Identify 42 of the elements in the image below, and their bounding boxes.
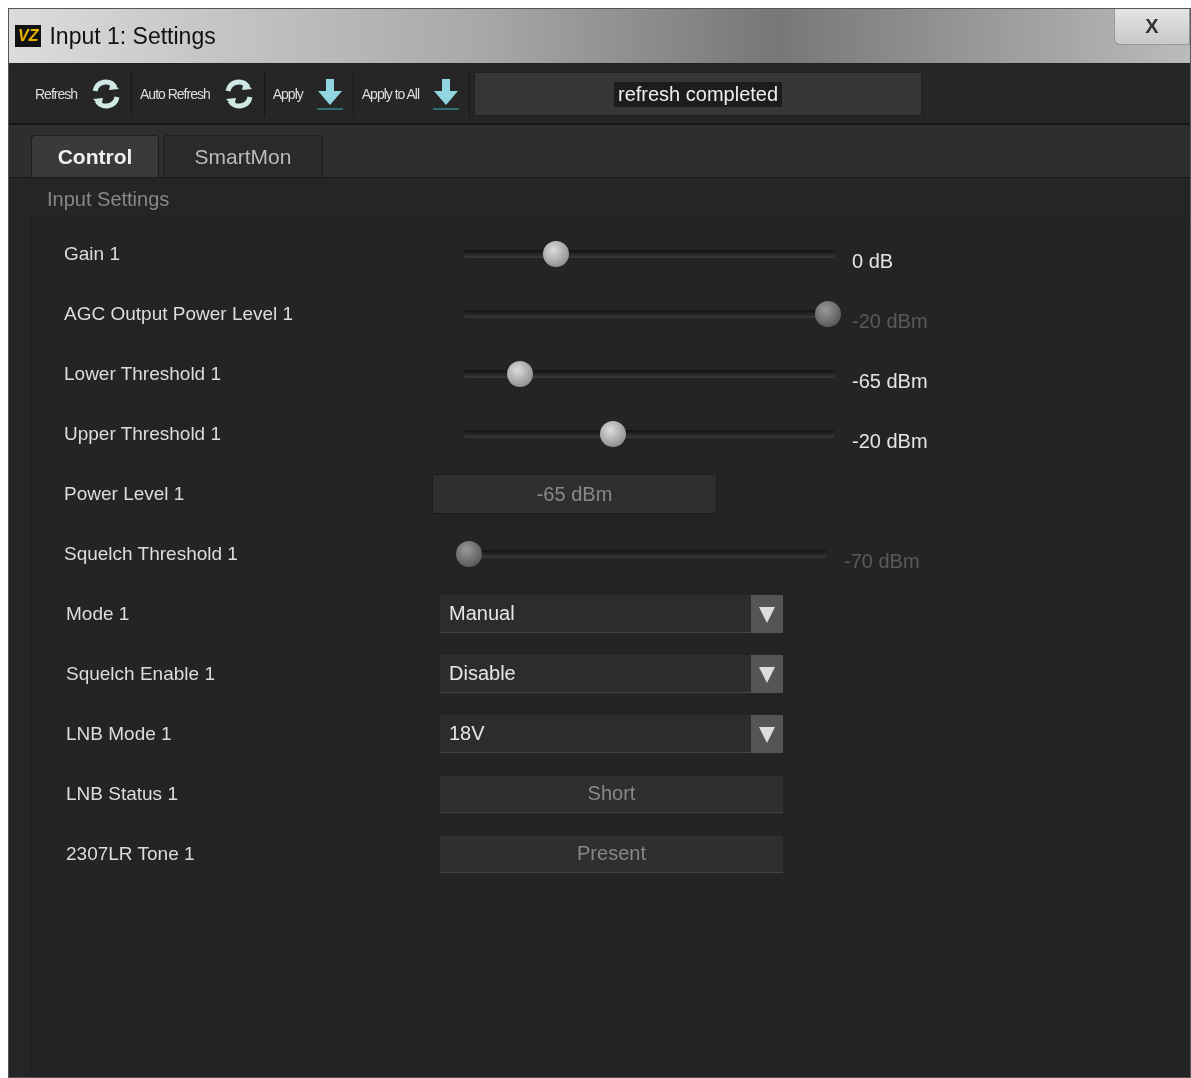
setting-label: Lower Threshold 1 (63, 363, 223, 385)
dropdown-caret-icon (751, 714, 783, 753)
dropdown-value: Manual (449, 602, 515, 625)
down-arrow-icon (314, 77, 345, 111)
down-arrow-icon (431, 77, 462, 111)
dropdown[interactable]: 18V (440, 715, 783, 753)
setting-label: Mode 1 (65, 603, 131, 625)
setting-label: AGC Output Power Level 1 (63, 303, 295, 325)
tab[interactable]: Control (31, 135, 159, 177)
slider-thumb[interactable] (600, 421, 627, 447)
setting-label: Gain 1 (63, 243, 121, 265)
setting-label: Squelch Threshold 1 (63, 543, 239, 565)
setting-label: Power Level 1 (63, 483, 186, 505)
setting-label: LNB Status 1 (65, 783, 179, 805)
dropdown-caret-icon (751, 594, 783, 633)
slider-reading: -65 dBm (852, 369, 928, 393)
status-message: refresh completed (614, 81, 783, 107)
slider-thumb[interactable] (507, 361, 534, 387)
setting-label: LNB Mode 1 (65, 723, 173, 745)
status-display: Present (440, 835, 783, 873)
window-title: Input 1: Settings (49, 22, 217, 50)
setting-label: 2307LR Tone 1 (65, 843, 196, 865)
refresh-button[interactable]: Refresh (27, 71, 133, 117)
app-logo: VZ (15, 25, 42, 47)
dropdown-caret-icon (751, 654, 783, 693)
slider-reading: 0 dB (852, 249, 894, 273)
apply-button[interactable]: Apply (264, 71, 354, 117)
slider-thumb[interactable] (542, 241, 569, 267)
tab[interactable]: SmartMon (163, 135, 323, 177)
slider-reading: -20 dBm (852, 429, 928, 453)
status-display: Short (440, 775, 783, 813)
dropdown-value: 18V (449, 722, 485, 745)
dropdown-value: Disable (449, 662, 516, 685)
close-button[interactable]: X (1114, 9, 1190, 45)
dropdown[interactable]: Manual (440, 595, 783, 633)
section-title: Input Settings (46, 188, 171, 211)
dropdown[interactable]: Disable (440, 655, 783, 693)
setting-label: Squelch Enable 1 (65, 663, 216, 685)
refresh-button[interactable]: Auto Refresh (132, 71, 265, 117)
setting-label: Upper Threshold 1 (63, 423, 223, 445)
apply-button[interactable]: Apply to All (353, 71, 471, 117)
readout-field: -65 dBm (432, 474, 717, 514)
